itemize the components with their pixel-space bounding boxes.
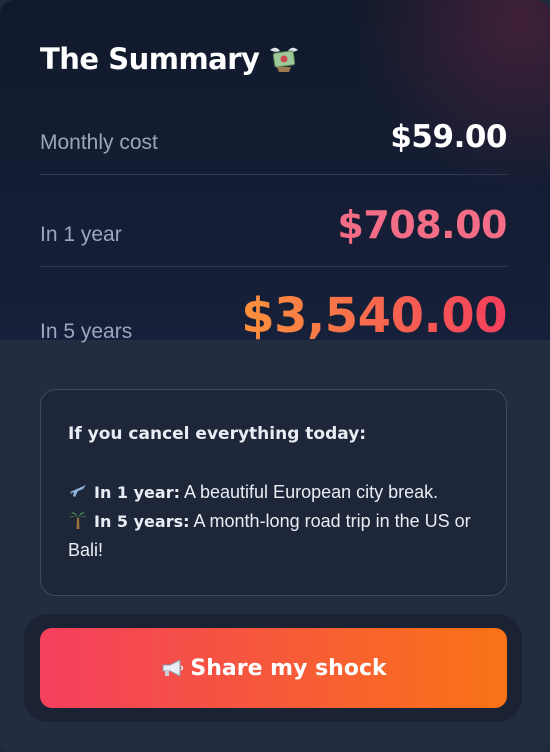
summary-row-5-years: In 5 years $3,540.00 [40,284,507,344]
page-title-text: The Summary [40,42,260,76]
five-years-label: In 5 years [40,320,133,343]
monthly-cost-label: Monthly cost [40,131,158,154]
five-years-value: $3,540.00 [241,288,507,344]
info-item-5-years: In 5 years: A month-long road trip in th… [68,507,478,565]
info-item-1-year-text: A beautiful European city break. [179,482,439,502]
cancel-info-box: If you cancel everything today: In 1 yea… [40,389,507,596]
monthly-cost-value: $59.00 [390,119,507,155]
summary-card: The Summary Monthly cost $59.00 In 1 yea… [0,0,550,752]
share-button[interactable]: Share my shock [40,628,507,708]
money-with-wings-icon [267,42,301,76]
summary-row-1-year: In 1 year $708.00 [40,196,507,247]
airplane-icon [68,481,88,501]
info-item-1-year-label: In 1 year: [94,483,180,502]
divider [40,174,507,175]
megaphone-icon [160,657,186,679]
summary-row-monthly: Monthly cost $59.00 [40,110,507,155]
info-item-5-years-label: In 5 years: [94,512,190,531]
one-year-value: $708.00 [337,203,507,247]
cancel-info-heading: If you cancel everything today: [68,424,367,444]
palm-tree-icon [68,510,88,530]
share-button-label: Share my shock [190,655,387,681]
info-item-1-year: In 1 year: A beautiful European city bre… [68,478,478,507]
one-year-label: In 1 year [40,223,122,246]
page-title: The Summary [40,42,301,76]
divider [40,266,507,267]
